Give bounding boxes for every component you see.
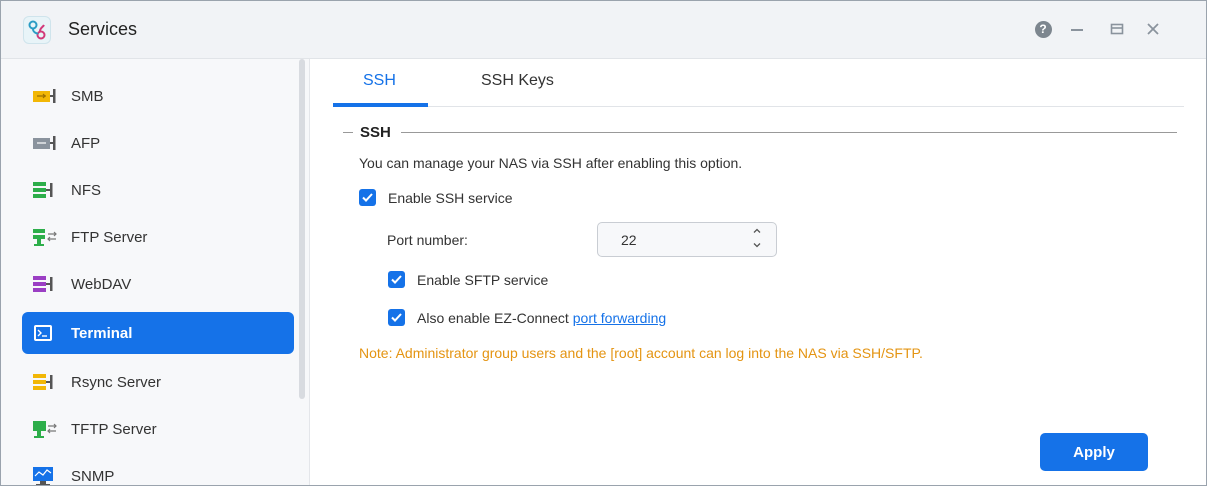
sidebar-item-afp[interactable]: AFP xyxy=(22,122,294,164)
section-divider xyxy=(401,132,1177,133)
ssh-description: You can manage your NAS via SSH after en… xyxy=(359,155,743,171)
section-title: SSH xyxy=(360,124,391,141)
help-icon[interactable]: ? xyxy=(1033,19,1053,39)
afp-icon xyxy=(32,132,60,154)
sidebar-item-ftp-server[interactable]: FTP Server xyxy=(22,216,294,258)
tab-ssh[interactable]: SSH xyxy=(363,72,396,90)
port-forwarding-link[interactable]: port forwarding xyxy=(573,310,666,326)
enable-sftp-label: Enable SFTP service xyxy=(417,271,549,288)
port-number-value: 22 xyxy=(621,232,637,248)
window-title: Services xyxy=(68,19,138,39)
sidebar-item-snmp[interactable]: SNMP xyxy=(22,455,294,485)
sidebar-item-rsync-server[interactable]: Rsync Server xyxy=(22,361,294,403)
sidebar: SMB AFP NFS FTP Server WebDAV Terminal R… xyxy=(1,59,310,485)
minimize-icon[interactable] xyxy=(1067,19,1087,39)
active-tab-indicator xyxy=(333,103,428,107)
terminal-icon xyxy=(32,322,60,344)
services-icon xyxy=(23,16,51,44)
enable-sftp-checkbox[interactable] xyxy=(388,271,405,288)
sidebar-item-label: AFP xyxy=(71,134,101,152)
sidebar-scrollbar[interactable] xyxy=(299,59,305,399)
tab-ssh-keys[interactable]: SSH Keys xyxy=(481,72,554,90)
ftp-server-icon xyxy=(32,226,60,248)
sidebar-item-label: TFTP Server xyxy=(71,420,157,438)
chevron-up-icon[interactable] xyxy=(752,226,762,240)
apply-button[interactable]: Apply xyxy=(1040,433,1148,471)
enable-sftp-row: Enable SFTP service xyxy=(388,271,548,288)
sidebar-item-tftp-server[interactable]: TFTP Server xyxy=(22,408,294,450)
sidebar-item-smb[interactable]: SMB xyxy=(22,75,294,117)
enable-ssh-label: Enable SSH service xyxy=(388,189,513,206)
sidebar-item-label: SNMP xyxy=(71,467,115,485)
maximize-icon[interactable] xyxy=(1107,19,1127,39)
tftp-server-icon xyxy=(32,418,60,440)
main-panel: SSH SSH Keys SSH You can manage your NAS… xyxy=(311,59,1206,485)
ez-connect-checkbox[interactable] xyxy=(388,309,405,326)
tab-bar: SSH SSH Keys xyxy=(333,59,1184,107)
port-number-stepper[interactable]: 22 xyxy=(597,222,777,257)
close-icon[interactable] xyxy=(1143,19,1163,39)
sidebar-item-label: WebDAV xyxy=(71,275,132,293)
webdav-icon xyxy=(32,273,60,295)
sidebar-item-label: NFS xyxy=(71,181,101,199)
title-bar: Services ? xyxy=(1,1,1206,59)
section-divider xyxy=(343,132,353,133)
chevron-down-icon[interactable] xyxy=(752,240,762,254)
nfs-icon xyxy=(32,179,60,201)
rsync-server-icon xyxy=(32,371,60,393)
services-window: Services ? SMB AFP NFS FTP Server WebDAV… xyxy=(0,0,1207,486)
port-number-label: Port number: xyxy=(387,232,468,248)
enable-ssh-checkbox[interactable] xyxy=(359,189,376,206)
enable-ssh-row: Enable SSH service xyxy=(359,189,513,206)
sidebar-item-terminal[interactable]: Terminal xyxy=(22,312,294,354)
ez-connect-row: Also enable EZ-Connect port forwarding xyxy=(388,309,666,326)
admin-note: Note: Administrator group users and the … xyxy=(359,345,923,361)
help-glyph: ? xyxy=(1034,20,1052,38)
sidebar-item-nfs[interactable]: NFS xyxy=(22,169,294,211)
ez-connect-label: Also enable EZ-Connect xyxy=(417,309,569,326)
sidebar-item-webdav[interactable]: WebDAV xyxy=(22,263,294,305)
snmp-icon xyxy=(32,465,60,485)
spin-buttons xyxy=(752,226,762,254)
sidebar-item-label: Terminal xyxy=(71,324,133,342)
sidebar-item-label: Rsync Server xyxy=(71,373,162,391)
smb-icon xyxy=(32,85,60,107)
sidebar-item-label: SMB xyxy=(71,87,104,105)
sidebar-item-label: FTP Server xyxy=(71,228,148,246)
